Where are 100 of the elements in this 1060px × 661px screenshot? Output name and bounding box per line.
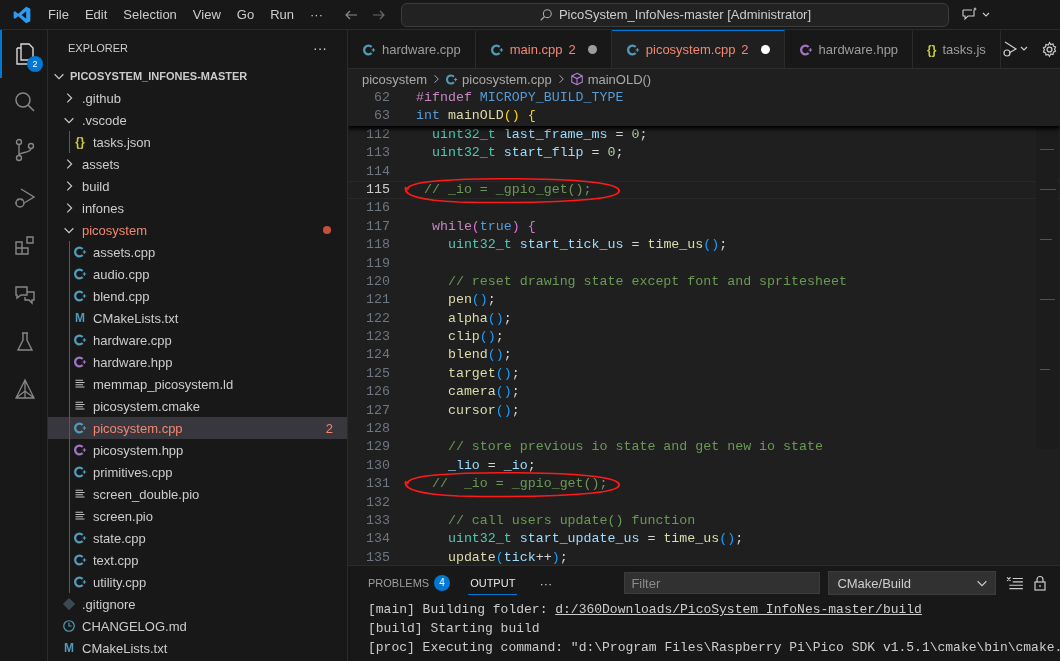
workspace-folder[interactable]: PICOSYSTEM_INFONES-MASTER	[48, 65, 347, 87]
output-line: [build] Starting build	[368, 620, 541, 638]
menu-item[interactable]: View	[184, 3, 229, 26]
line-number: 132	[365, 493, 390, 512]
breadcrumb[interactable]: mainOLD()	[569, 71, 652, 87]
c-plus-icon	[73, 245, 87, 259]
tree-item[interactable]: build	[48, 175, 347, 197]
editor-tab[interactable]: picosystem.cpp 2	[611, 30, 785, 68]
settings-icon[interactable]	[1040, 40, 1058, 58]
cube-icon	[569, 72, 584, 86]
tree-item[interactable]: M CMakeLists.txt	[48, 307, 347, 329]
tree-item[interactable]: hardware.hpp	[48, 351, 347, 373]
code-line: pen();	[446, 291, 496, 310]
more-button[interactable]: ···	[533, 574, 559, 592]
tree-item[interactable]: {} tasks.json	[48, 131, 347, 153]
editor-tab[interactable]: main.cpp 2	[475, 30, 612, 68]
tree-item[interactable]: CHANGELOG.md	[48, 615, 347, 637]
code-line: camera();	[446, 383, 520, 402]
output-line: [proc] Executing command: "d:\Program Files\Raspberry Pi\Pico SDK v1.5.1\cmake\bin\cmake.	[368, 639, 1060, 657]
tree-item[interactable]: picosystem	[48, 219, 347, 241]
tree-item[interactable]: primitives.cpp	[48, 461, 347, 483]
line-number: 134	[365, 530, 390, 549]
line-number: 125	[365, 364, 390, 383]
play-bug-icon	[12, 186, 37, 210]
c-plus-icon	[73, 267, 87, 281]
breadcrumb[interactable]: picosystem	[362, 71, 428, 87]
line-number: 116	[365, 199, 390, 218]
menu-item[interactable]: Run	[262, 3, 302, 26]
c-plus-icon	[798, 42, 813, 57]
tree-item[interactable]: blend.cpp	[48, 285, 347, 307]
lines-icon	[74, 488, 86, 500]
menu-item[interactable]: Edit	[76, 3, 116, 26]
clear-output-icon[interactable]	[1006, 574, 1025, 592]
tree-item[interactable]: screen_double.pio	[48, 483, 347, 505]
app-logo-icon	[12, 4, 32, 25]
editor-tab[interactable]: hardware.cpp	[348, 30, 476, 68]
code-line: // reset drawing state except font and spritesheet	[446, 272, 847, 291]
code-line: #ifndef MICROPY_BUILD_TYPE	[416, 89, 624, 107]
tree-item[interactable]: .github	[48, 87, 347, 109]
line-number: 130	[365, 456, 390, 475]
tree-item[interactable]: M CMakeLists.txt	[48, 637, 347, 659]
panel-tab[interactable]: OUTPUT	[468, 571, 518, 595]
code-line: int mainOLD() {	[416, 107, 536, 126]
editor-tab[interactable]: {} tasks.js	[913, 30, 1001, 68]
filter-field[interactable]: Filter	[624, 572, 821, 594]
tree-item[interactable]: infones	[48, 197, 347, 219]
menu-item[interactable]: File	[40, 3, 77, 26]
line-number: 118	[365, 236, 390, 255]
code-line: // call users update() function	[446, 512, 696, 530]
code-line: alpha();	[446, 309, 512, 328]
line-number: 127	[365, 401, 390, 420]
line-number: 121	[365, 291, 390, 310]
more-actions-button[interactable]: ···	[307, 38, 333, 57]
editor-tab[interactable]: hardware.hpp	[784, 30, 914, 68]
path-link[interactable]: d:/360Downloads/PicoSystem_InfoNes-master/build	[555, 602, 922, 617]
channel-dropdown[interactable]: CMake/Build	[828, 571, 997, 595]
c-plus-icon	[73, 531, 87, 545]
search-icon	[12, 90, 37, 114]
file-type-icon: {}	[75, 135, 85, 149]
line-number: 128	[365, 420, 390, 439]
tree-item[interactable]: text.cpp	[48, 549, 347, 571]
c-plus-icon	[73, 355, 87, 369]
tree-item[interactable]: picosystem.cpp 2	[48, 417, 347, 439]
menu-item[interactable]: Go	[228, 3, 263, 26]
code-line: target();	[446, 364, 520, 383]
tree-item[interactable]: picosystem.cmake	[48, 395, 347, 417]
c-plus-icon	[73, 333, 87, 347]
line-number: 119	[365, 254, 390, 273]
extensions-icon	[12, 234, 37, 258]
file-type-icon: {}	[927, 42, 937, 57]
code-line: clip();	[446, 328, 504, 347]
line-number: 123	[365, 328, 390, 347]
panel-tab[interactable]: PROBLEMS 4	[366, 569, 453, 597]
tree-item[interactable]: .gitignore	[48, 593, 347, 615]
tree-item[interactable]: picosystem.hpp	[48, 439, 347, 461]
line-number: 63	[373, 107, 390, 126]
triangle-icon	[12, 378, 37, 402]
tree-item[interactable]: assets.cpp	[48, 241, 347, 263]
more-menu[interactable]: ···	[302, 3, 331, 26]
line-number: 114	[365, 162, 390, 181]
command-center[interactable]: PicoSystem_InfoNes-master [Administrator]	[401, 2, 949, 27]
breadcrumb[interactable]: picosystem.cpp	[445, 71, 552, 87]
lock-icon[interactable]	[1032, 575, 1049, 591]
tree-item[interactable]: state.cpp	[48, 527, 347, 549]
search-icon	[538, 7, 553, 22]
code-line: uint32_t start_tick_us = time_us();	[446, 236, 728, 255]
chat-sparkle-icon[interactable]	[961, 6, 991, 23]
file-type-icon: M	[75, 311, 85, 325]
tree-item[interactable]: utility.cpp	[48, 571, 347, 593]
tree-item[interactable]: memmap_picosystem.ld	[48, 373, 347, 395]
tree-item[interactable]: hardware.cpp	[48, 329, 347, 351]
clock-icon	[62, 619, 76, 633]
tree-item[interactable]: screen.pio	[48, 505, 347, 527]
tree-item[interactable]: audio.cpp	[48, 263, 347, 285]
tree-item[interactable]: assets	[48, 153, 347, 175]
menu-item[interactable]: Selection	[115, 3, 185, 26]
tree-item[interactable]: .vscode	[48, 109, 347, 131]
c-plus-icon	[73, 443, 87, 457]
line-number: 131	[365, 475, 390, 494]
c-plus-icon	[73, 289, 87, 303]
